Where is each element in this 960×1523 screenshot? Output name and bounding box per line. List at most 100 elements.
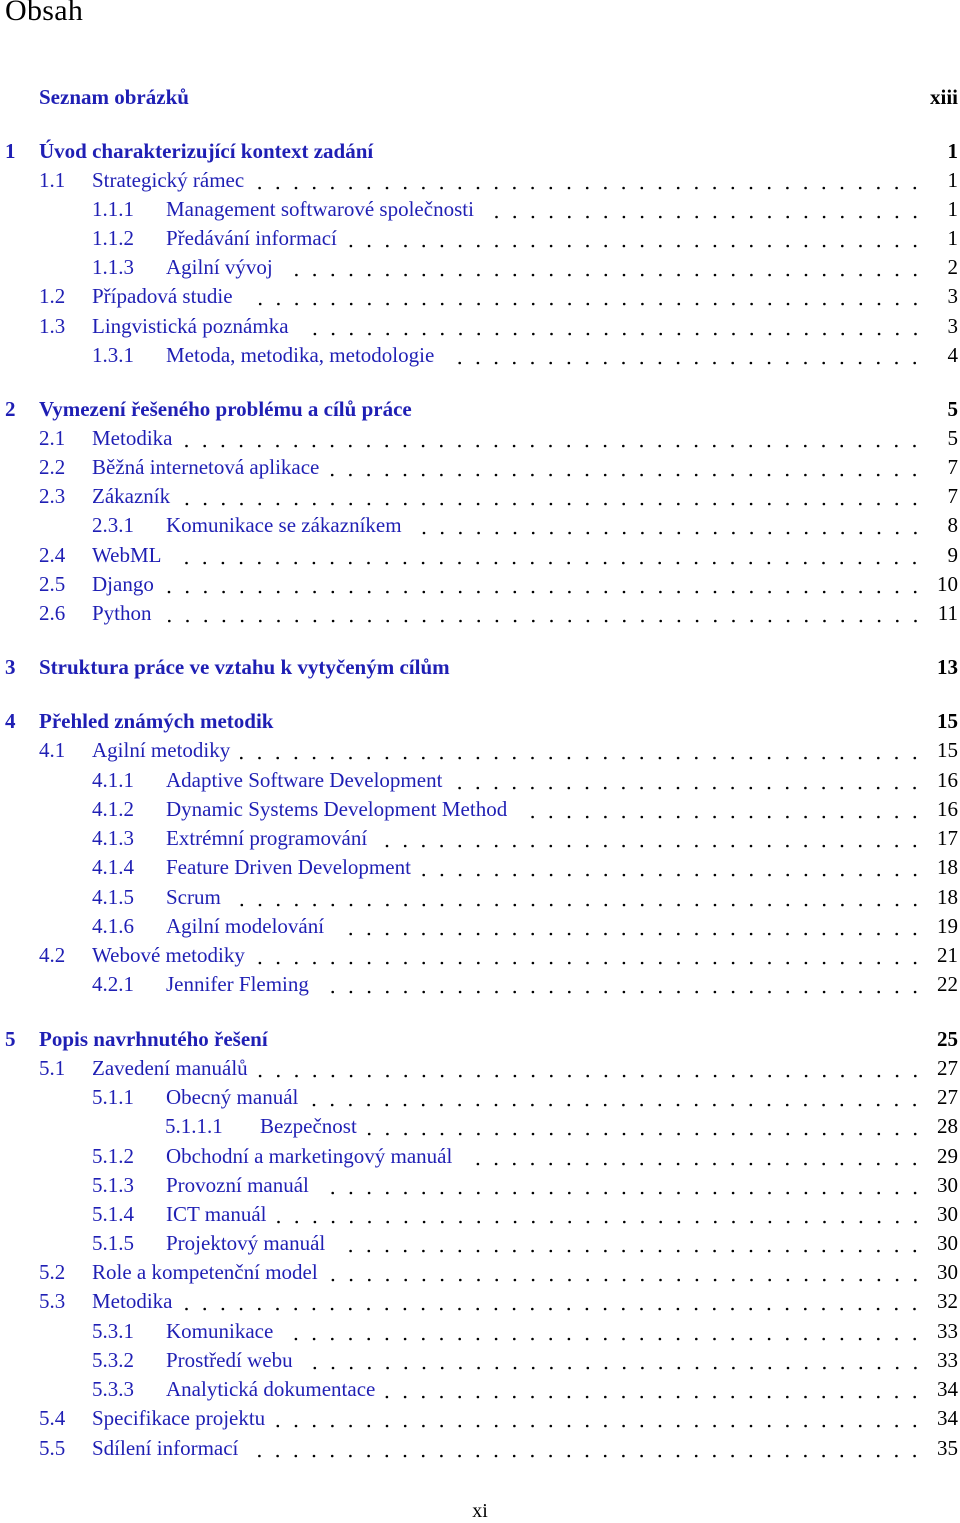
toc-entry-link[interactable]: Django bbox=[92, 570, 154, 599]
toc-section-entry[interactable]: 4.1 Agilní metodiky 15 bbox=[0, 736, 960, 765]
toc-chapter-entry[interactable]: 5 Popis navrhnutého řešení 25 bbox=[0, 1025, 960, 1054]
toc-section-entry[interactable]: 2.4 WebML 9 bbox=[0, 541, 960, 570]
toc-entry-link[interactable]: Přehled známých metodik bbox=[39, 707, 273, 736]
toc-section-entry[interactable]: 5.3.3 Analytická dokumentace 34 bbox=[0, 1375, 960, 1404]
toc-entry-link[interactable]: Zákazník bbox=[92, 482, 170, 511]
toc-entry-link[interactable]: Management softwarové společnosti bbox=[166, 195, 474, 224]
toc-section-entry[interactable]: 1.1.2 Předávání informací 1 bbox=[0, 224, 960, 253]
toc-section-entry[interactable]: 2.2 Běžná internetová aplikace 7 bbox=[0, 453, 960, 482]
toc-entry-link[interactable]: Jennifer Fleming bbox=[166, 970, 309, 999]
toc-section-entry[interactable]: 4.1.5 Scrum 18 bbox=[0, 883, 960, 912]
toc-section-entry[interactable]: 2.1 Metodika 5 bbox=[0, 424, 960, 453]
toc-entry-link[interactable]: Komunikace bbox=[166, 1317, 273, 1346]
toc-entry-link[interactable]: Obecný manuál bbox=[166, 1083, 298, 1112]
toc-entry-link[interactable]: Agilní vývoj bbox=[166, 253, 273, 282]
toc-section-entry[interactable]: 2.5 Django 10 bbox=[0, 570, 960, 599]
toc-entry-link[interactable]: Lingvistická poznámka bbox=[92, 312, 289, 341]
toc-entry-link[interactable]: Běžná internetová aplikace bbox=[92, 453, 319, 482]
toc-entry-link[interactable]: Metodika bbox=[92, 1287, 172, 1316]
toc-entry-link[interactable]: Python bbox=[92, 599, 152, 628]
toc-section-entry[interactable]: 5.2 Role a kompetenční model 30 bbox=[0, 1258, 960, 1287]
toc-section-entry[interactable]: 5.1.2 Obchodní a marketingový manuál 29 bbox=[0, 1142, 960, 1171]
toc-section-entry[interactable]: 1.3 Lingvistická poznámka 3 bbox=[0, 312, 960, 341]
dot-leader bbox=[317, 1171, 920, 1200]
toc-section-entry[interactable]: 4.1.4 Feature Driven Development 18 bbox=[0, 853, 960, 882]
toc-entry-link[interactable]: Komunikace se zákazníkem bbox=[166, 511, 402, 540]
toc-entry-number: 5.1.5 bbox=[92, 1231, 134, 1255]
toc-entry-link[interactable]: Zavedení manuálů bbox=[92, 1054, 248, 1083]
toc-entry-link[interactable]: Agilní modelování bbox=[166, 912, 324, 941]
toc-chapter-entry[interactable]: 3 Struktura práce ve vztahu k vytyčeným c… bbox=[0, 653, 960, 682]
toc-entry-link[interactable]: Specifikace projektu bbox=[92, 1404, 265, 1433]
toc-entry-number: 5 bbox=[5, 1027, 16, 1051]
toc-entry-link[interactable]: Dynamic Systems Development Method bbox=[166, 795, 507, 824]
toc-section-entry[interactable]: 5.1.5 Projektový manuál 30 bbox=[0, 1229, 960, 1258]
toc-section-entry[interactable]: 1.1.3 Agilní vývoj 2 bbox=[0, 253, 960, 282]
toc-section-entry[interactable]: 2.6 Python 11 bbox=[0, 599, 960, 628]
toc-entry-link[interactable]: Obchodní a marketingový manuál bbox=[166, 1142, 452, 1171]
toc-section-entry[interactable]: 4.1.2 Dynamic Systems Development Method 1… bbox=[0, 795, 960, 824]
toc-chapter-entry[interactable]: 1 Úvod charakterizující kontext zadání 1 bbox=[0, 137, 960, 166]
toc-entry-page: 3 bbox=[947, 314, 959, 338]
toc-entry-link[interactable]: Scrum bbox=[166, 883, 221, 912]
toc-entry-link[interactable]: Popis navrhnutého řešení bbox=[39, 1025, 268, 1054]
toc-entry-link[interactable]: WebML bbox=[92, 541, 161, 570]
toc-chapter-entry[interactable]: Seznam obrázků xiii bbox=[0, 83, 960, 112]
toc-entry-link[interactable]: Role a kompetenční model bbox=[92, 1258, 318, 1287]
toc-entry-link[interactable]: Extrémní programování bbox=[166, 824, 367, 853]
toc-entry-link[interactable]: Analytická dokumentace bbox=[166, 1375, 375, 1404]
toc-entry-number: 5.1.2 bbox=[92, 1144, 134, 1168]
toc-entry-link[interactable]: Adaptive Software Development bbox=[166, 766, 442, 795]
toc-entry-link[interactable]: Předávání informací bbox=[166, 224, 337, 253]
toc-entry-link[interactable]: Struktura práce ve vztahu k vytyčeným cí… bbox=[39, 653, 450, 682]
toc-entry-number: 2.6 bbox=[39, 601, 66, 625]
toc-entry-link[interactable]: Vymezení řešeného problému a cílů práce bbox=[39, 395, 412, 424]
toc-section-entry[interactable]: 5.1 Zavedení manuálů 27 bbox=[0, 1054, 960, 1083]
toc-section-entry[interactable]: 5.1.3 Provozní manuál 30 bbox=[0, 1171, 960, 1200]
toc-section-entry[interactable]: 4.2.1 Jennifer Fleming 22 bbox=[0, 970, 960, 999]
toc-section-entry[interactable]: 1.3.1 Metoda, metodika, metodologie 4 bbox=[0, 341, 960, 370]
toc-entry-link[interactable]: Seznam obrázků bbox=[39, 83, 189, 112]
toc-entry-link[interactable]: Bezpečnost bbox=[260, 1112, 357, 1141]
toc-section-entry[interactable]: 4.2 Webové metodiky 21 bbox=[0, 941, 960, 970]
toc-entry-link[interactable]: Sdílení informací bbox=[92, 1434, 238, 1463]
toc-entry-link[interactable]: Feature Driven Development bbox=[166, 853, 411, 882]
toc-section-entry[interactable]: 5.1.1.1 Bezpečnost 28 bbox=[0, 1112, 960, 1141]
toc-entry-link[interactable]: Úvod charakterizující kontext zadání bbox=[39, 137, 373, 166]
dot-leader bbox=[326, 1258, 920, 1287]
toc-section-entry[interactable]: 5.1.4 ICT manuál 30 bbox=[0, 1200, 960, 1229]
toc-entry-page: 13 bbox=[937, 655, 958, 679]
toc-entry-link[interactable]: Případová studie bbox=[92, 282, 233, 311]
toc-entry-page: 9 bbox=[947, 543, 959, 567]
toc-entry-link[interactable]: Webové metodiky bbox=[92, 941, 245, 970]
toc-entry-page: 29 bbox=[937, 1144, 958, 1168]
toc-entry-link[interactable]: ICT manuál bbox=[166, 1200, 267, 1229]
toc-section-entry[interactable]: 5.3 Metodika 32 bbox=[0, 1287, 960, 1316]
toc-chapter-entry[interactable]: 2 Vymezení řešeného problému a cílů práce… bbox=[0, 395, 960, 424]
toc-entry-link[interactable]: Strategický rámec bbox=[92, 166, 244, 195]
dot-leader bbox=[160, 599, 920, 628]
toc-entry-link[interactable]: Provozní manuál bbox=[166, 1171, 309, 1200]
toc-section-entry[interactable]: 1.2 Případová studie 3 bbox=[0, 282, 960, 311]
toc-section-entry[interactable]: 5.3.2 Prostředí webu 33 bbox=[0, 1346, 960, 1375]
toc-section-entry[interactable]: 2.3 Zákazník 7 bbox=[0, 482, 960, 511]
toc-section-entry[interactable]: 5.3.1 Komunikace 33 bbox=[0, 1317, 960, 1346]
toc-section-entry[interactable]: 4.1.1 Adaptive Software Development 16 bbox=[0, 766, 960, 795]
toc-section-entry[interactable]: 1.1.1 Management softwarové společnosti 1 bbox=[0, 195, 960, 224]
toc-section-entry[interactable]: 4.1.6 Agilní modelování 19 bbox=[0, 912, 960, 941]
toc-section-entry[interactable]: 5.5 Sdílení informací 35 bbox=[0, 1434, 960, 1463]
toc-section-entry[interactable]: 5.1.1 Obecný manuál 27 bbox=[0, 1083, 960, 1112]
toc-section-entry[interactable]: 1.1 Strategický rámec 1 bbox=[0, 166, 960, 195]
toc-section-entry[interactable]: 2.3.1 Komunikace se zákazníkem 8 bbox=[0, 511, 960, 540]
toc-section-entry[interactable]: 5.4 Specifikace projektu 34 bbox=[0, 1404, 960, 1433]
toc-chapter-entry[interactable]: 4 Přehled známých metodik 15 bbox=[0, 707, 960, 736]
toc-section-entry[interactable]: 4.1.3 Extrémní programování 17 bbox=[0, 824, 960, 853]
dot-leader bbox=[327, 453, 920, 482]
toc-entry-link[interactable]: Projektový manuál bbox=[166, 1229, 325, 1258]
toc-entry-link[interactable]: Metodika bbox=[92, 424, 172, 453]
toc-entry-link[interactable]: Agilní metodiky bbox=[92, 736, 230, 765]
toc-entry-number: 1.1.1 bbox=[92, 197, 134, 221]
toc-entry-link[interactable]: Metoda, metodika, metodologie bbox=[166, 341, 434, 370]
toc-entry-link[interactable]: Prostředí webu bbox=[166, 1346, 293, 1375]
toc-entry-page: 5 bbox=[947, 397, 959, 421]
